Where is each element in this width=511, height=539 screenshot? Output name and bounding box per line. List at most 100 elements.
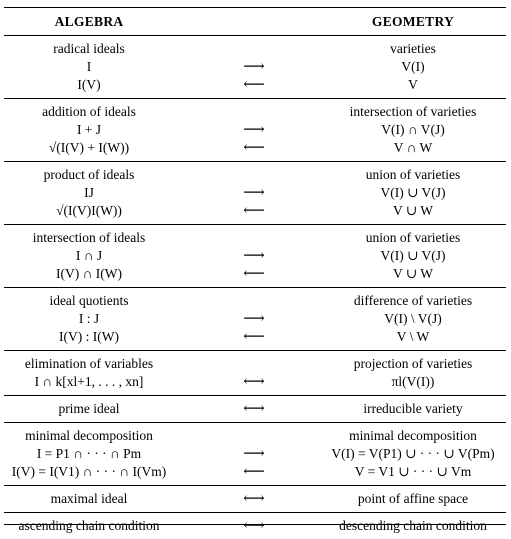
table-row: maximal ideal ⟷ point of affine space (4, 490, 506, 508)
algebra-cell: addition of ideals (42, 104, 136, 119)
arrow-cell (174, 166, 334, 184)
geometry-cell: union of varieties (365, 167, 461, 182)
arrow-cell: ⟷ (243, 491, 265, 507)
table-row: I = P1 ∩ · · · ∩ Pm ⟶ V(I) = V(P1) ∪ · · ·… (4, 445, 506, 463)
arrow-cell: ⟶ (243, 311, 265, 327)
arrow-cell: ⟶ (243, 446, 265, 462)
arrow-cell: ⟵ (243, 329, 265, 345)
section-3: product of ideals union of varieties IJ ⟶ V(… (4, 162, 506, 224)
geometry-cell: union of varieties (365, 230, 461, 245)
arrow-cell: ⟶ (243, 59, 265, 75)
arrow-cell: ⟷ (243, 401, 265, 417)
geometry-cell: V (408, 77, 418, 92)
algebra-cell: I + J (76, 122, 102, 137)
table-row: √(I(V)I(W)) ⟵ V ∪ W (4, 202, 506, 220)
table-row: prime ideal ⟷ irreducible variety (4, 400, 506, 418)
section-6: elimination of variables projection of va… (4, 351, 506, 395)
algebra-cell: prime ideal (58, 401, 120, 416)
section-10: ascending chain condition ⟷ descending cha… (4, 513, 506, 539)
table-row: I : J ⟶ V(I) \ V(J) (4, 310, 506, 328)
algebra-cell: maximal ideal (50, 491, 128, 506)
geometry-cell: V \ W (396, 329, 430, 344)
table-row: I ∩ k[xl+1, . . . , xn] ⟷ πl(V(I)) (4, 373, 506, 391)
section-2: addition of ideals intersection of variet… (4, 99, 506, 161)
table-row: I ∩ J ⟶ V(I) ∪ V(J) (4, 247, 506, 265)
geometry-cell: V(I) ∪ V(J) (380, 185, 446, 200)
table-row: I ⟶ V(I) (4, 58, 506, 76)
arrow-cell: ⟵ (243, 266, 265, 282)
geometry-cell: V(I) ∪ V(J) (380, 248, 446, 263)
header-algebra: ALGEBRA (54, 14, 124, 29)
header-geometry: GEOMETRY (371, 14, 455, 29)
algebra-cell: intersection of ideals (32, 230, 146, 245)
table-row: radical ideals varieties (4, 40, 506, 58)
header-row: ALGEBRA GEOMETRY (4, 13, 506, 31)
algebra-cell: product of ideals (43, 167, 135, 182)
algebra-cell: I = P1 ∩ · · · ∩ Pm (36, 446, 142, 461)
table-row: I(V) : I(W) ⟵ V \ W (4, 328, 506, 346)
arrow-cell (174, 103, 334, 121)
section-9: maximal ideal ⟷ point of affine space (4, 486, 506, 512)
table-row: I + J ⟶ V(I) ∩ V(J) (4, 121, 506, 139)
section-7: prime ideal ⟷ irreducible variety (4, 396, 506, 422)
geometry-cell: πl(V(I)) (391, 374, 435, 389)
table-row: ascending chain condition ⟷ descending cha… (4, 517, 506, 535)
algebra-cell: ascending chain condition (18, 518, 160, 533)
geometry-cell: V ∪ W (392, 203, 434, 218)
arrow-cell: ⟵ (243, 140, 265, 156)
table-row: √(I(V) + I(W)) ⟵ V ∩ W (4, 139, 506, 157)
arrow-cell: ⟶ (243, 122, 265, 138)
arrow-cell: ⟵ (243, 77, 265, 93)
arrow-cell: ⟵ (243, 464, 265, 480)
table-row: addition of ideals intersection of variet… (4, 103, 506, 121)
algebra-cell: IJ (84, 185, 94, 200)
table-row: product of ideals union of varieties (4, 166, 506, 184)
table-row: ideal quotients difference of varieties (4, 292, 506, 310)
bottom-rule (4, 524, 506, 525)
algebra-cell: I (86, 59, 92, 74)
geometry-cell: varieties (390, 41, 436, 56)
arrow-cell (174, 229, 334, 247)
arrow-cell (174, 40, 334, 58)
algebra-cell: I(V) : I(W) (59, 329, 119, 344)
geometry-cell: difference of varieties (353, 293, 473, 308)
arrow-cell: ⟷ (243, 518, 265, 534)
geometry-cell: irreducible variety (363, 401, 463, 416)
arrow-cell: ⟵ (243, 203, 265, 219)
arrow-cell (174, 427, 334, 445)
arrow-cell: ⟶ (243, 248, 265, 264)
algebra-cell: radical ideals (53, 41, 125, 56)
table-row: elimination of variables projection of va… (4, 355, 506, 373)
table-row: I(V) ∩ I(W) ⟵ V ∪ W (4, 265, 506, 283)
geometry-cell: V(I) \ V(J) (384, 311, 442, 326)
table-row: IJ ⟶ V(I) ∪ V(J) (4, 184, 506, 202)
geometry-cell: V(I) (401, 59, 425, 74)
geometry-cell: V(I) = V(P1) ∪ · · · ∪ V(Pm) (331, 446, 495, 461)
algebra-cell: I(V) (77, 77, 101, 92)
section-4: intersection of ideals union of varieties… (4, 225, 506, 287)
geometry-cell: intersection of varieties (349, 104, 477, 119)
algebra-cell: elimination of variables (24, 356, 154, 371)
geometry-cell: minimal decomposition (349, 428, 477, 443)
section-1: radical ideals varieties I ⟶ V(I) I(V) ⟵ V (4, 36, 506, 98)
geometry-cell: point of affine space (357, 491, 469, 506)
correspondence-table: ALGEBRA GEOMETRY radical ideals varieties… (4, 7, 506, 534)
arrow-cell (174, 292, 334, 310)
table-row: intersection of ideals union of varieties (4, 229, 506, 247)
algebra-cell: I(V) ∩ I(W) (56, 266, 122, 281)
algebra-cell: I ∩ k[xl+1, . . . , xn] (34, 374, 144, 389)
algebra-cell: I(V) = I(V1) ∩ · · · ∩ I(Vm) (11, 464, 167, 479)
arrow-cell: ⟶ (243, 185, 265, 201)
table-row: I(V) = I(V1) ∩ · · · ∩ I(Vm) ⟵ V = V1 ∪ · … (4, 463, 506, 481)
section-8: minimal decomposition minimal decompositi… (4, 423, 506, 485)
arrow-cell: ⟷ (243, 374, 265, 390)
algebra-cell: minimal decomposition (25, 428, 153, 443)
arrow-cell (174, 355, 334, 373)
top-rule (4, 7, 506, 8)
section-5: ideal quotients difference of varieties I … (4, 288, 506, 350)
algebra-cell: ideal quotients (49, 293, 129, 308)
geometry-cell: descending chain condition (339, 518, 487, 533)
table-row: I(V) ⟵ V (4, 76, 506, 94)
geometry-cell: V = V1 ∪ · · · ∪ Vm (354, 464, 472, 479)
table-row: minimal decomposition minimal decompositi… (4, 427, 506, 445)
